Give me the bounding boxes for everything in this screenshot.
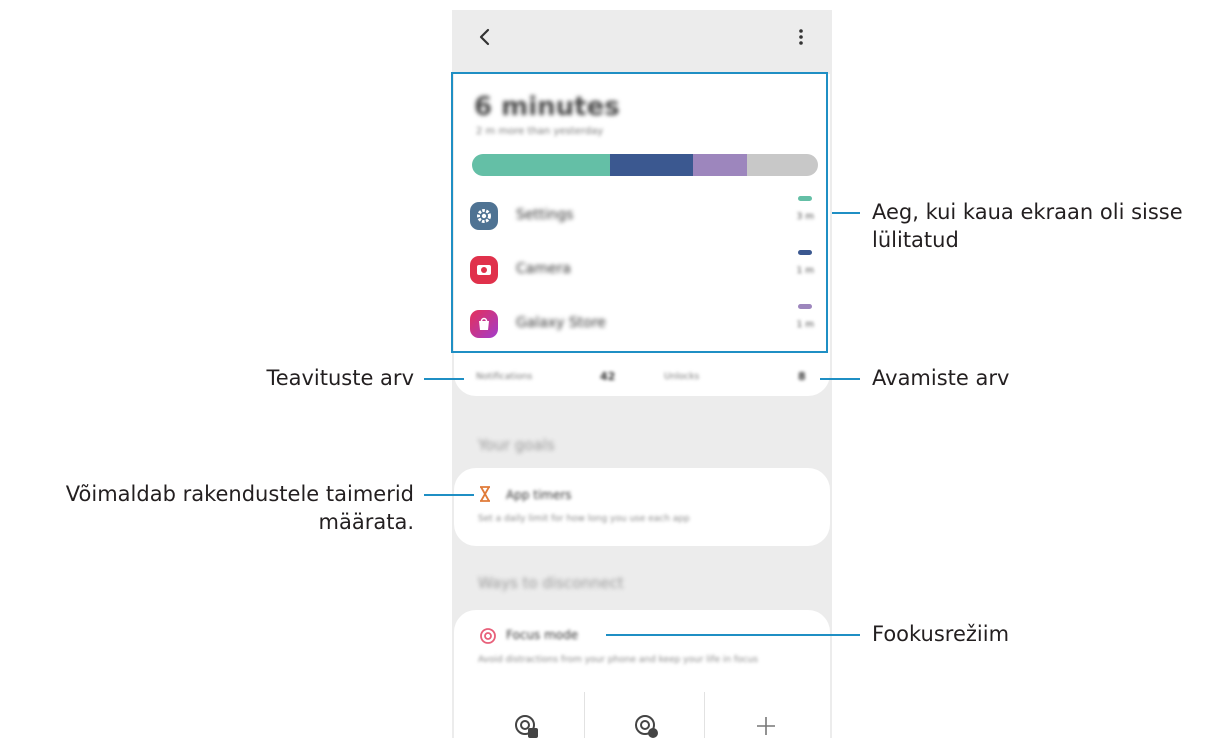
plus-icon bbox=[757, 717, 775, 735]
focus-mode-title: Focus mode bbox=[506, 628, 579, 642]
focus-mode-description: Avoid distractions from your phone and k… bbox=[478, 655, 758, 665]
callout-line-screen-time bbox=[832, 212, 860, 214]
app-timers-title: App timers bbox=[506, 488, 572, 502]
app-timers-card[interactable]: App timers Set a daily limit for how lon… bbox=[454, 468, 830, 546]
callout-line-app-timers bbox=[424, 494, 474, 496]
divider bbox=[584, 692, 585, 738]
callout-app-timers: Võimaldab rakendustele taimerid määrata. bbox=[65, 482, 414, 534]
notifications-count: 42 bbox=[600, 370, 616, 383]
callout-line-unlocks bbox=[820, 378, 860, 380]
more-options-icon[interactable] bbox=[790, 24, 812, 50]
back-arrow-icon[interactable] bbox=[474, 24, 496, 50]
notifications-label: Notifications bbox=[476, 372, 533, 382]
screen-time-highlight bbox=[451, 72, 828, 353]
callout-notifications: Teavituste arv bbox=[266, 366, 414, 390]
unlocks-count: 8 bbox=[798, 370, 806, 383]
unlocks-label: Unlocks bbox=[664, 372, 700, 382]
focus-target-icon bbox=[480, 628, 496, 644]
your-goals-heading: Your goals bbox=[478, 436, 555, 454]
callout-unlocks: Avamiste arv bbox=[872, 366, 1010, 390]
app-timers-description: Set a daily limit for how long you use e… bbox=[478, 514, 690, 524]
callout-line-notifications bbox=[424, 378, 464, 380]
callout-focus-mode: Fookusrežiim bbox=[872, 622, 1010, 646]
divider bbox=[704, 692, 705, 738]
hourglass-icon bbox=[480, 486, 490, 502]
sleep-mode-icon bbox=[635, 715, 658, 738]
work-mode-button[interactable] bbox=[506, 706, 546, 738]
top-app-bar bbox=[452, 10, 832, 70]
focus-mode-card[interactable]: Focus mode Avoid distractions from your … bbox=[454, 610, 830, 738]
callout-line-focus-mode bbox=[606, 634, 860, 636]
ways-to-disconnect-heading: Ways to disconnect bbox=[478, 574, 624, 592]
stats-row: Notifications 42 Unlocks 8 bbox=[472, 366, 812, 388]
callout-screen-time: Aeg, kui kaua ekraan oli sisse lülitatud bbox=[872, 200, 1183, 252]
sleep-mode-button[interactable] bbox=[626, 706, 666, 738]
work-mode-icon bbox=[515, 715, 538, 738]
add-mode-button[interactable] bbox=[746, 706, 786, 738]
